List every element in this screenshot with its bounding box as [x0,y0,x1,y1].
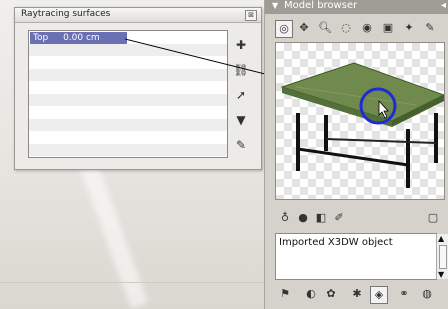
model-browser-toolbar: ◎ ✥ 🔍︎ ◌ ◉ ▣ ✦ ✎ [275,20,443,38]
preview-toolbar: ♁ ● ◧ ✐ ▢ [275,210,443,226]
circle-icon[interactable]: ◐ [303,286,319,302]
globe-icon[interactable]: ◍ [419,286,435,302]
flag-icon[interactable]: ⚑ [277,286,293,302]
scroll-thumb[interactable] [439,245,447,269]
dock-arrow-icon[interactable]: ◂ [441,0,446,11]
puzzle-icon[interactable]: ✦ [401,20,417,36]
material-icon[interactable]: ◧ [313,210,329,226]
zoom-icon[interactable]: 🔍︎ [317,20,333,36]
model-browser-panel: ▼ Model browser ◂ ◎ ✥ 🔍︎ ◌ ◉ ▣ ✦ ✎ ♁ ● ◧… [264,0,448,309]
move-icon[interactable]: ✥ [296,20,312,36]
bulb-icon[interactable]: ♁ [277,210,293,226]
table-model [280,62,444,188]
object-icon[interactable]: ◈ [370,286,388,304]
model-browser-header[interactable]: ▼ Model browser ◂ [265,0,448,14]
scroll-up-icon[interactable]: ▲ [438,234,444,243]
camera-icon[interactable]: ◎ [275,20,293,38]
target-icon[interactable]: ◉ [359,20,375,36]
sphere-icon[interactable]: ● [295,210,311,226]
bottom-toolbar: ⚑ ◐ ✿ ✱ ◈ ⚭ ◍ [275,286,445,304]
description-text: Imported X3DW object [279,237,393,248]
model-browser-title: Model browser [284,0,358,11]
link-icon[interactable]: ⚭ [396,286,412,302]
picture-icon[interactable]: ▣ [380,20,396,36]
edit-icon[interactable]: ✐ [331,210,347,226]
description-box[interactable]: Imported X3DW object ▲ ▼ [275,233,448,280]
rotate-icon[interactable]: ◌ [338,20,354,36]
square-icon[interactable]: ▢ [425,210,441,226]
scroll-down-icon[interactable]: ▼ [438,270,444,279]
description-scrollbar[interactable]: ▲ ▼ [436,234,448,279]
settings-icon[interactable]: ✿ [323,286,339,302]
render-icon[interactable]: ✱ [349,286,365,302]
stamp-icon[interactable]: ✎ [422,20,438,36]
model-preview[interactable] [275,42,445,200]
collapse-icon[interactable]: ▼ [272,1,278,10]
